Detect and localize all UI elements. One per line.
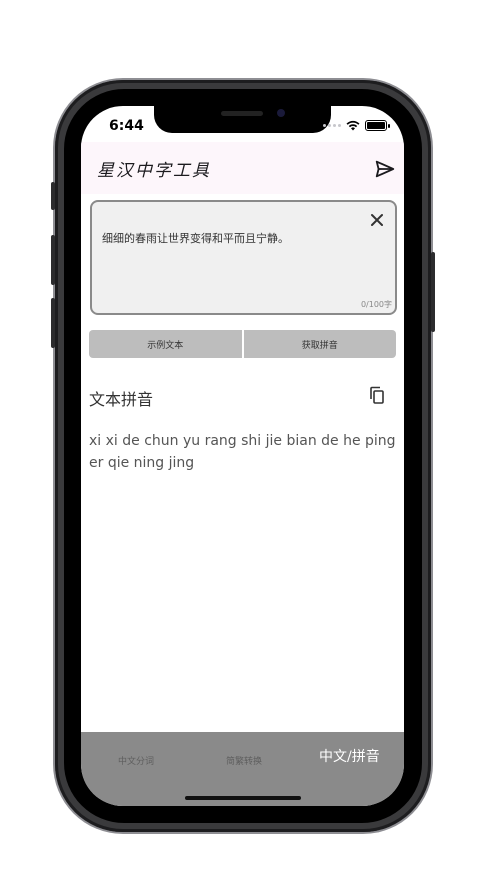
status-icons: [323, 120, 390, 131]
action-button-row: 示例文本 获取拼音: [89, 330, 396, 358]
mute-switch: [51, 182, 55, 210]
copy-icon[interactable]: [368, 386, 386, 404]
notch: [154, 106, 331, 133]
nav-item-simplified-traditional[interactable]: 简繁转换: [226, 754, 262, 767]
app-title: 星汉中字工具: [97, 161, 211, 181]
wifi-icon: [346, 120, 360, 131]
get-pinyin-button[interactable]: 获取拼音: [243, 330, 396, 358]
input-value[interactable]: 细细的春雨让世界变得和平而且宁静。: [102, 230, 289, 246]
signal-icon: [323, 124, 341, 127]
volume-up-button: [51, 235, 55, 285]
result-title: 文本拼音: [89, 390, 154, 409]
status-time: 6:44: [109, 118, 144, 134]
phone-screen: 6:44 星汉中字工具 细细的春雨让世界变得和平而且宁静。 0/100字 示例文…: [81, 106, 404, 806]
nav-item-chinese-pinyin[interactable]: 中文/拼音: [319, 746, 380, 766]
char-counter: 0/100字: [360, 300, 392, 309]
sample-text-button[interactable]: 示例文本: [89, 330, 242, 358]
bottom-navigation: 中文分词 简繁转换 中文/拼音: [81, 732, 404, 806]
power-button: [431, 252, 435, 332]
battery-icon: [365, 120, 387, 131]
text-input-field[interactable]: 细细的春雨让世界变得和平而且宁静。 0/100字: [90, 200, 397, 315]
front-camera: [277, 109, 285, 117]
home-indicator: [185, 796, 301, 800]
nav-item-word-segmentation[interactable]: 中文分词: [118, 754, 154, 767]
pinyin-result-text: xi xi de chun yu rang shi jie bian de he…: [89, 433, 396, 471]
send-icon[interactable]: [374, 158, 396, 180]
volume-down-button: [51, 298, 55, 348]
app-bar: 星汉中字工具: [81, 142, 404, 194]
battery-tip: [388, 123, 390, 128]
clear-icon[interactable]: [369, 212, 385, 228]
speaker-grille: [221, 111, 263, 116]
